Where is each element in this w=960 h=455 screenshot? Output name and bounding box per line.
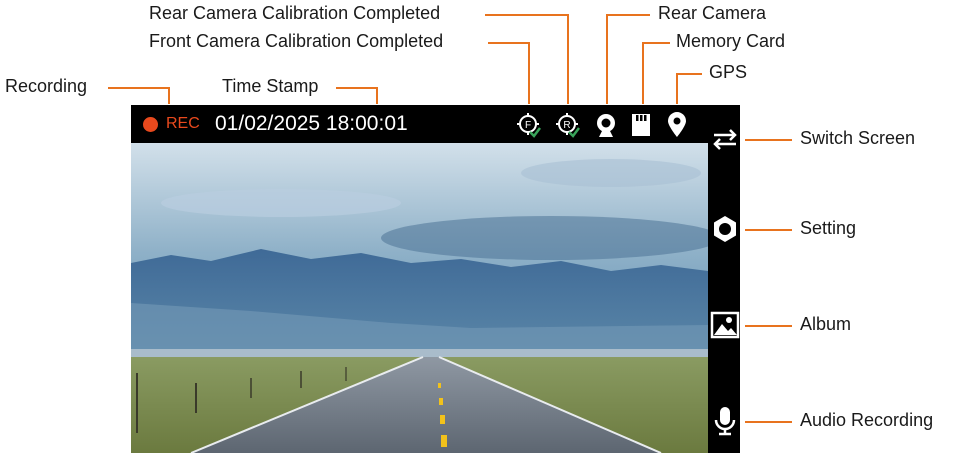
control-sidebar (708, 105, 740, 453)
timestamp: 01/02/2025 18:00:01 (215, 112, 408, 135)
front-calibration-label: Front Camera Calibration Completed (149, 31, 444, 51)
leader-line (745, 325, 792, 327)
rec-indicator: REC (166, 115, 200, 132)
memory-card-label: Memory Card (676, 31, 786, 51)
rear-calibration-icon: R (556, 112, 580, 138)
leader-line (488, 42, 530, 44)
recording-label: Recording (5, 76, 88, 96)
microphone-icon (714, 407, 736, 436)
leader-line (745, 229, 792, 231)
leader-line (642, 42, 644, 104)
album-button[interactable] (710, 310, 740, 340)
leader-line (528, 42, 530, 104)
leader-line (168, 87, 170, 104)
front-calibration-icon: F (517, 112, 541, 138)
recording-dot-icon (143, 117, 158, 132)
dashcam-screen: REC 01/02/2025 18:00:01 F R (131, 105, 740, 453)
leader-line (606, 14, 608, 104)
switch-screen-label: Switch Screen (800, 128, 916, 148)
leader-line (567, 14, 569, 104)
rear-calibration-label: Rear Camera Calibration Completed (149, 3, 441, 23)
leader-line (485, 14, 569, 16)
leader-line (745, 139, 792, 141)
front-calibration-letter: F (525, 120, 531, 131)
status-bar: REC 01/02/2025 18:00:01 F R (131, 105, 708, 143)
gps-pin-icon (665, 112, 689, 138)
settings-hexagon-icon (714, 216, 736, 242)
rear-camera-icon (594, 112, 618, 138)
album-image-icon (710, 311, 740, 339)
leader-line (376, 87, 378, 104)
time-stamp-label: Time Stamp (222, 76, 319, 96)
gps-label: GPS (709, 62, 748, 82)
rear-calibration-letter: R (563, 120, 570, 131)
memory-card-icon (629, 112, 653, 138)
switch-screen-button[interactable] (710, 124, 740, 154)
live-camera-view[interactable] (131, 143, 708, 453)
album-label: Album (800, 314, 852, 334)
leader-line (336, 87, 378, 89)
leader-line (642, 42, 670, 44)
settings-button[interactable] (710, 214, 740, 244)
switch-screen-icon (713, 129, 737, 150)
leader-line (108, 87, 170, 89)
audio-recording-button[interactable] (710, 406, 740, 436)
rear-camera-label: Rear Camera (658, 3, 767, 23)
leader-line (676, 73, 702, 75)
leader-line (606, 14, 650, 16)
setting-label: Setting (800, 218, 857, 238)
audio-recording-label: Audio Recording (800, 410, 934, 430)
leader-line (745, 421, 792, 423)
leader-line (676, 73, 678, 104)
